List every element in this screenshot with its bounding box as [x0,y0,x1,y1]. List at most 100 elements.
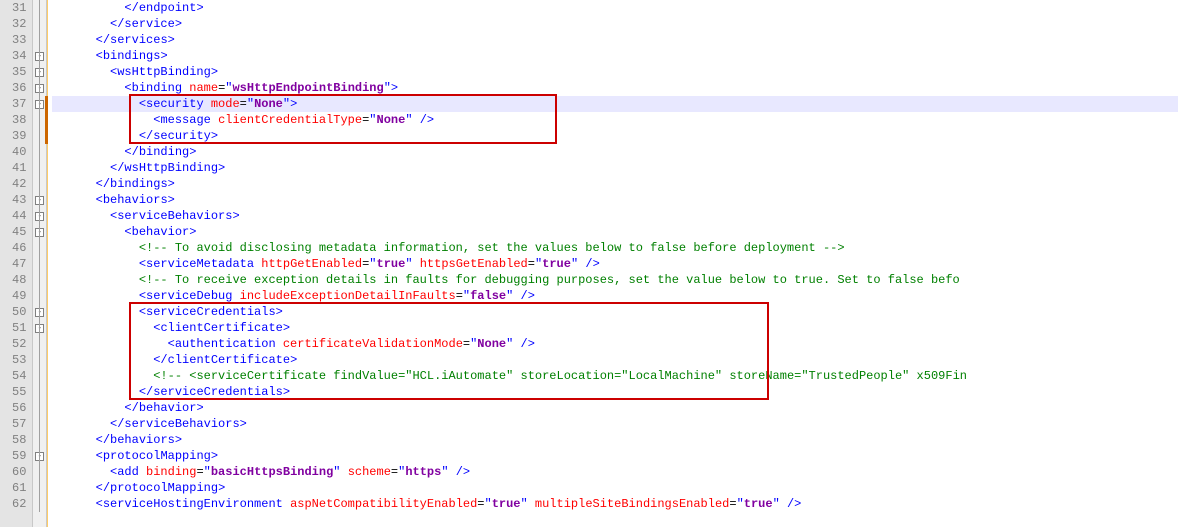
line-number: 56 [12,400,26,416]
xml-value: None [254,97,283,111]
fold-cell[interactable]: - [33,208,46,224]
xml-attr: scheme [348,465,391,479]
line-number: 55 [12,384,26,400]
code-line[interactable]: </behavior> [52,400,1178,416]
fold-cell [33,480,46,496]
code-line[interactable]: <protocolMapping> [52,448,1178,464]
xml-value: true [492,497,521,511]
fold-cell[interactable]: - [33,80,46,96]
fold-cell [33,368,46,384]
fold-cell[interactable]: - [33,64,46,80]
code-line[interactable]: <serviceDebug includeExceptionDetailInFa… [52,288,1178,304]
line-number: 50 [12,304,26,320]
line-number: 45 [12,224,26,240]
code-line[interactable]: <authentication certificateValidationMod… [52,336,1178,352]
xml-tag: wsHttpBinding [117,65,211,79]
code-line[interactable]: <serviceMetadata httpGetEnabled="true" h… [52,256,1178,272]
line-number: 61 [12,480,26,496]
line-number: 58 [12,432,26,448]
xml-tag: authentication [175,337,276,351]
xml-tag: serviceDebug [146,289,232,303]
code-line[interactable]: <serviceBehaviors> [52,208,1178,224]
code-line[interactable]: <behaviors> [52,192,1178,208]
xml-comment: <!-- <serviceCertificate findValue="HCL.… [153,369,967,383]
line-number: 36 [12,80,26,96]
code-area[interactable]: </endpoint> </service> </services> <bind… [47,0,1178,527]
xml-tag: bindings [110,177,168,191]
xml-tag: services [110,33,168,47]
code-line[interactable]: <message clientCredentialType="None" /> [52,112,1178,128]
code-line[interactable]: </behaviors> [52,432,1178,448]
xml-tag: serviceCredentials [153,385,283,399]
code-line[interactable]: <!-- <serviceCertificate findValue="HCL.… [52,368,1178,384]
fold-cell [33,160,46,176]
line-number: 38 [12,112,26,128]
fold-cell [33,336,46,352]
code-line[interactable]: <behavior> [52,224,1178,240]
line-number: 47 [12,256,26,272]
code-line[interactable]: <bindings> [52,48,1178,64]
code-line[interactable]: </clientCertificate> [52,352,1178,368]
code-line[interactable]: </endpoint> [52,0,1178,16]
code-line[interactable]: <security mode="None"> [52,96,1178,112]
xml-tag: behavior [132,225,190,239]
code-line[interactable]: </service> [52,16,1178,32]
line-number: 48 [12,272,26,288]
fold-cell [33,384,46,400]
code-line[interactable]: <add binding="basicHttpsBinding" scheme=… [52,464,1178,480]
code-line[interactable]: </serviceCredentials> [52,384,1178,400]
xml-tag: serviceBehaviors [124,417,239,431]
fold-cell [33,400,46,416]
xml-value: basicHttpsBinding [211,465,333,479]
fold-cell[interactable]: - [33,192,46,208]
line-number: 46 [12,240,26,256]
fold-gutter[interactable]: ---------- [33,0,47,527]
change-marker [45,128,48,144]
code-line[interactable]: <clientCertificate> [52,320,1178,336]
code-line[interactable]: </security> [52,128,1178,144]
xml-value: true [744,497,773,511]
xml-tag: protocolMapping [103,449,211,463]
xml-tag: binding [132,81,182,95]
xml-tag: bindings [103,49,161,63]
fold-cell[interactable]: - [33,48,46,64]
xml-tag: message [160,113,210,127]
fold-cell[interactable]: - [33,448,46,464]
line-number: 53 [12,352,26,368]
xml-tag: behavior [139,401,197,415]
xml-attr: binding [146,465,196,479]
fold-cell [33,288,46,304]
xml-comment: <!-- To receive exception details in fau… [139,273,960,287]
code-line[interactable]: <serviceHostingEnvironment aspNetCompati… [52,496,1178,512]
fold-cell [33,176,46,192]
code-line[interactable]: <!-- To receive exception details in fau… [52,272,1178,288]
line-number: 39 [12,128,26,144]
code-line[interactable]: <binding name="wsHttpEndpointBinding"> [52,80,1178,96]
code-line[interactable]: </services> [52,32,1178,48]
code-line[interactable]: </serviceBehaviors> [52,416,1178,432]
change-marker [45,96,48,112]
line-number: 40 [12,144,26,160]
code-editor[interactable]: 3132333435363738394041424344454647484950… [0,0,1178,527]
fold-cell [33,240,46,256]
code-line[interactable]: <wsHttpBinding> [52,64,1178,80]
code-line[interactable]: </protocolMapping> [52,480,1178,496]
code-line[interactable]: </bindings> [52,176,1178,192]
xml-tag: serviceMetadata [146,257,254,271]
xml-tag: serviceCredentials [146,305,276,319]
xml-tag: service [124,17,174,31]
fold-cell [33,16,46,32]
fold-cell[interactable]: - [33,224,46,240]
line-number: 54 [12,368,26,384]
code-line[interactable]: </binding> [52,144,1178,160]
xml-value: false [470,289,506,303]
xml-value: wsHttpEndpointBinding [232,81,383,95]
code-line[interactable]: </wsHttpBinding> [52,160,1178,176]
code-line[interactable]: <serviceCredentials> [52,304,1178,320]
xml-attr: mode [211,97,240,111]
fold-cell[interactable]: - [33,304,46,320]
fold-cell [33,416,46,432]
fold-cell[interactable]: - [33,320,46,336]
code-line[interactable]: <!-- To avoid disclosing metadata inform… [52,240,1178,256]
xml-attr: multipleSiteBindingsEnabled [535,497,729,511]
